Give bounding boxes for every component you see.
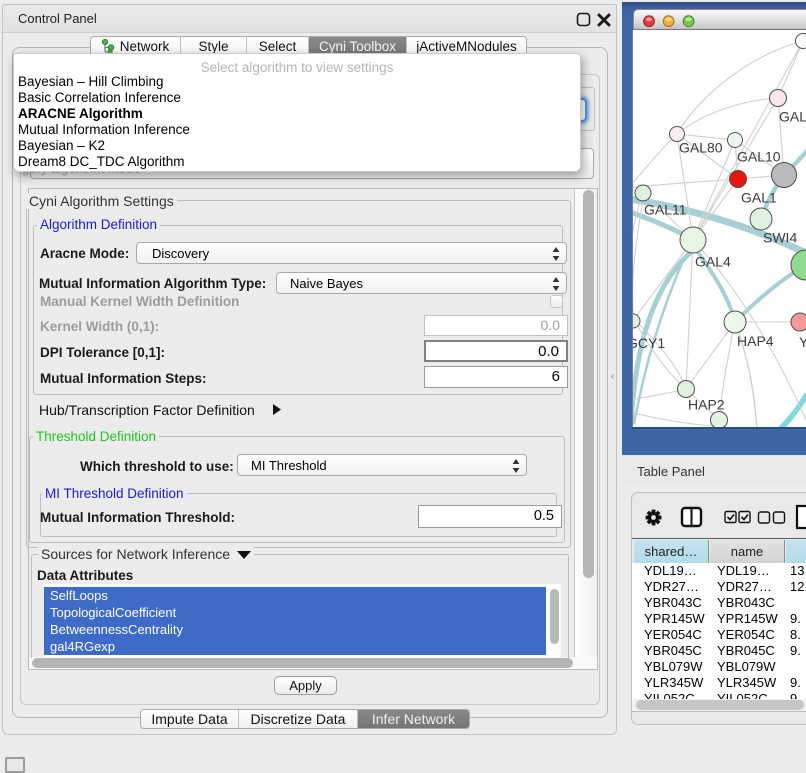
svg-text:SWI4: SWI4 [763,230,797,246]
svg-text:GCY1: GCY1 [633,335,665,351]
svg-text:GAL4: GAL4 [695,254,731,270]
svg-text:GAL1: GAL1 [741,190,777,206]
svg-text:GAL11: GAL11 [644,202,687,218]
svg-text:GAL80: GAL80 [679,140,723,156]
svg-text:HAP2: HAP2 [688,397,725,413]
svg-text:HAP4: HAP4 [737,333,774,349]
svg-text:GAL2: GAL2 [779,109,806,125]
svg-text:YP: YP [799,334,806,350]
svg-text:GAL10: GAL10 [737,149,781,165]
